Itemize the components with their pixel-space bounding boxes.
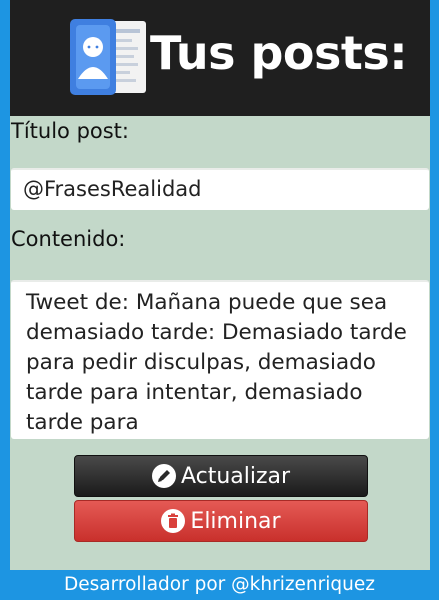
main-panel: Tus posts: Título post: @FrasesRealidad … <box>10 0 430 570</box>
post-title-label: Título post: <box>11 119 129 143</box>
page-title: Tus posts: <box>150 26 408 80</box>
post-title-input[interactable]: @FrasesRealidad <box>11 168 429 210</box>
contact-book-icon <box>70 19 146 95</box>
post-content-label: Contenido: <box>11 227 126 251</box>
delete-button-label: Eliminar <box>190 508 281 534</box>
update-button[interactable]: Actualizar <box>74 455 368 497</box>
update-button-label: Actualizar <box>180 463 291 489</box>
header-bar: Tus posts: <box>10 0 430 116</box>
delete-button[interactable]: Eliminar <box>74 500 368 542</box>
edit-icon <box>151 464 176 488</box>
developer-credit: Desarrollador por @khrizenriquez <box>64 574 375 595</box>
post-content-textarea[interactable]: Tweet de: Mañana puede que sea demasiado… <box>11 280 429 439</box>
trash-icon <box>161 509 186 533</box>
